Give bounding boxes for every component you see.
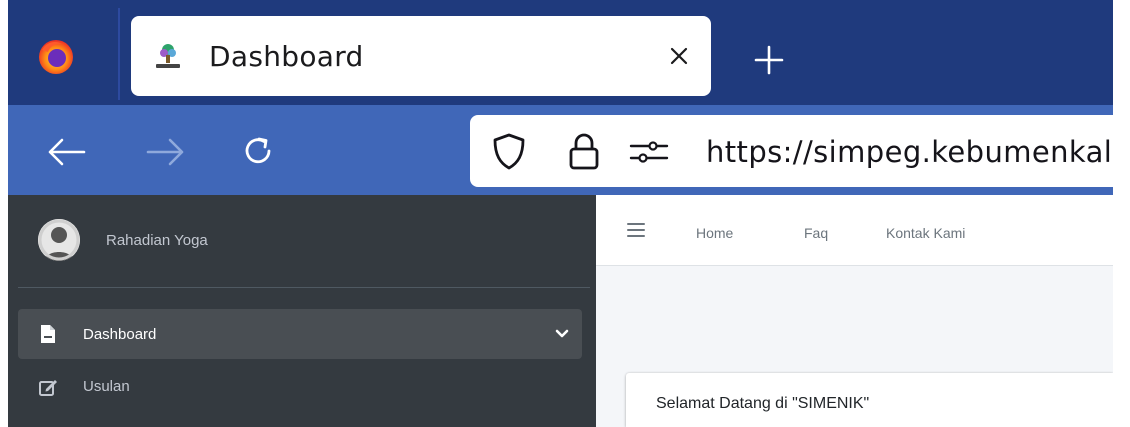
hamburger-icon[interactable]	[626, 222, 646, 238]
window-edge	[1113, 195, 1130, 427]
nav-link-faq[interactable]: Faq	[804, 225, 828, 241]
web-page: Rahadian Yoga Dashboard Usulan Home Faq …	[0, 195, 1130, 427]
edit-icon	[39, 380, 57, 396]
top-navbar: Home Faq Kontak Kami	[596, 195, 1113, 266]
tab-title: Dashboard	[209, 40, 364, 73]
divider	[18, 287, 590, 288]
user-avatar-icon	[38, 219, 80, 261]
window-edge	[0, 0, 8, 105]
tab-dashboard[interactable]: Dashboard	[131, 16, 711, 96]
sidebar: Rahadian Yoga Dashboard Usulan	[8, 195, 596, 427]
sidebar-item-label: Usulan	[83, 378, 130, 395]
close-icon[interactable]	[665, 42, 693, 70]
simenik-favicon-icon	[156, 44, 180, 68]
chevron-down-icon[interactable]	[555, 328, 569, 340]
welcome-card: Selamat Datang di "SIMENIK"	[626, 373, 1113, 427]
tab-strip: Dashboard	[0, 0, 1130, 105]
lock-icon[interactable]	[566, 130, 602, 172]
navigation-toolbar: https://simpeg.kebumenkal	[0, 105, 1130, 195]
reload-icon[interactable]	[238, 131, 278, 171]
main-content: Home Faq Kontak Kami Selamat Datang di "…	[596, 195, 1113, 427]
user-name[interactable]: Rahadian Yoga	[106, 232, 208, 249]
sidebar-item-usulan[interactable]: Usulan	[18, 367, 582, 417]
arrow-right-icon[interactable]	[144, 135, 188, 169]
shield-icon[interactable]	[490, 131, 528, 171]
window-edge	[0, 195, 8, 427]
firefox-logo-icon[interactable]	[36, 36, 76, 76]
address-bar[interactable]: https://simpeg.kebumenkal	[470, 115, 1130, 187]
url-text[interactable]: https://simpeg.kebumenkal	[706, 135, 1112, 169]
user-panel[interactable]: Rahadian Yoga	[8, 195, 596, 287]
card-title: Selamat Datang di "SIMENIK"	[656, 395, 870, 412]
file-icon	[41, 325, 55, 343]
sidebar-item-label: Dashboard	[83, 326, 157, 343]
tab-separator	[118, 8, 120, 100]
permissions-icon[interactable]	[628, 137, 670, 167]
sidebar-item-dashboard[interactable]: Dashboard	[18, 309, 582, 359]
nav-link-kontak[interactable]: Kontak Kami	[886, 225, 965, 241]
window-edge	[0, 105, 8, 195]
arrow-left-icon[interactable]	[44, 135, 88, 169]
window-edge	[1113, 0, 1130, 105]
avatar[interactable]	[38, 219, 80, 261]
window-edge	[1113, 105, 1130, 195]
plus-icon[interactable]	[752, 43, 786, 77]
nav-link-home[interactable]: Home	[696, 225, 733, 241]
